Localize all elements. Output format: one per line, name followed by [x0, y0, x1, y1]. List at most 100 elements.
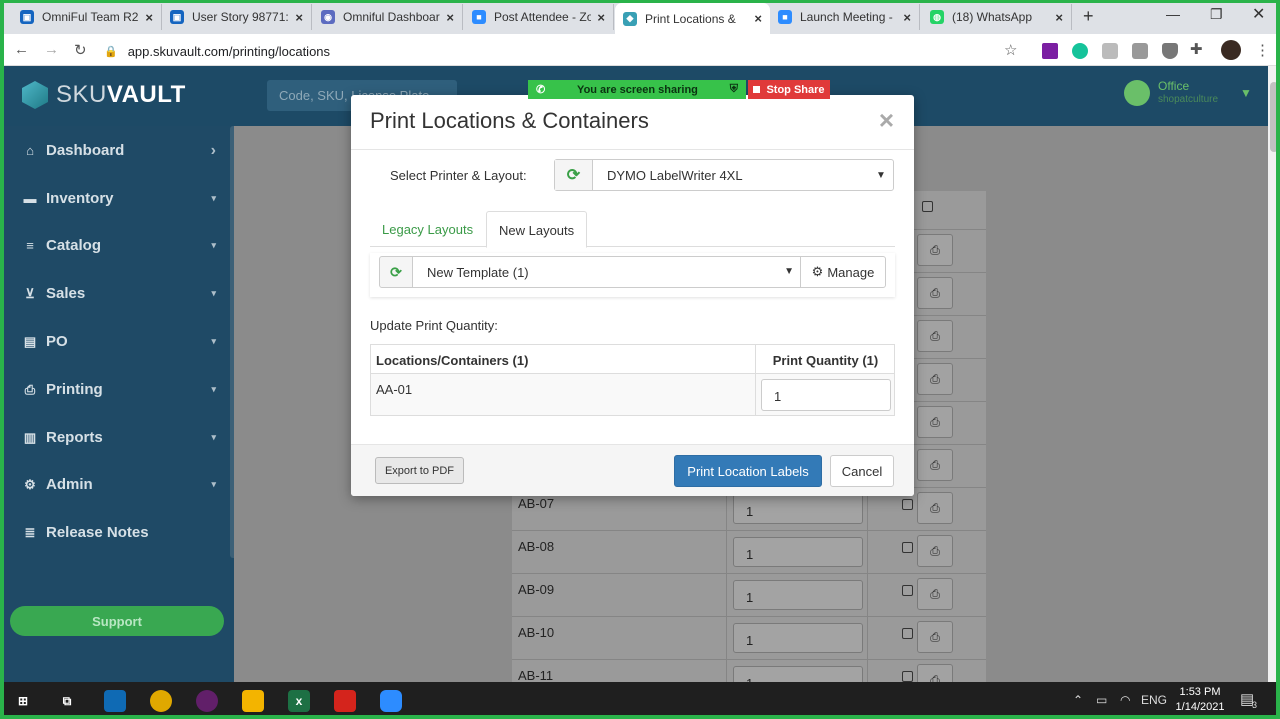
minimize-icon[interactable]: —	[1166, 6, 1180, 22]
puzzle-icon[interactable]: ✚	[1190, 40, 1203, 58]
browser-tab[interactable]: ▣ User Story 98771: ×	[162, 4, 312, 30]
printer-icon[interactable]: ⎙	[917, 535, 953, 567]
task-view-icon[interactable]: ⧉	[56, 690, 78, 712]
printer-icon[interactable]: ⎙	[917, 277, 953, 309]
refresh-icon[interactable]: ⟳	[555, 160, 593, 190]
grammarly-icon[interactable]	[1072, 43, 1088, 59]
browser-tab[interactable]: ■ Launch Meeting - ×	[770, 4, 920, 30]
printer-icon[interactable]: ⎙	[917, 664, 953, 682]
tab-new-layouts[interactable]: New Layouts	[486, 211, 588, 248]
close-tab-icon[interactable]: ×	[145, 10, 153, 25]
close-tab-icon[interactable]: ×	[903, 10, 911, 25]
close-window-icon[interactable]: ✕	[1252, 4, 1265, 24]
select-all-checkbox[interactable]	[922, 201, 933, 212]
printer-icon[interactable]: ⎙	[917, 578, 953, 610]
bookmark-star-icon[interactable]: ☆	[1004, 41, 1017, 59]
close-tab-icon[interactable]: ×	[1055, 10, 1063, 25]
excel-icon[interactable]: x	[288, 690, 310, 712]
row-checkbox[interactable]	[902, 499, 913, 510]
row-checkbox[interactable]	[902, 542, 913, 553]
tray-chevron-up-icon[interactable]: ⌃	[1073, 693, 1083, 707]
printer-select[interactable]: ⟳ DYMO LabelWriter 4XL ▼	[554, 159, 894, 191]
extension-icon[interactable]	[1042, 43, 1058, 59]
modal-footer: Export to PDF Print Location Labels Canc…	[351, 444, 914, 496]
close-tab-icon[interactable]: ×	[597, 10, 605, 25]
forward-icon[interactable]: →	[44, 41, 59, 58]
printer-icon[interactable]: ⎙	[917, 320, 953, 352]
cancel-button[interactable]: Cancel	[830, 455, 894, 487]
menu-dots-icon[interactable]: ⋮	[1255, 41, 1270, 59]
sidebar-item-release-notes[interactable]: ≣ Release Notes	[22, 524, 222, 541]
system-clock[interactable]: 1:53 PM 1/14/2021	[1170, 685, 1230, 715]
extension-icon[interactable]	[1102, 43, 1118, 59]
profile-avatar[interactable]	[1221, 40, 1241, 60]
sidebar-item-inventory[interactable]: ▬ Inventory ▾	[22, 190, 222, 207]
app-icon[interactable]	[104, 690, 126, 712]
close-tab-icon[interactable]: ×	[446, 10, 454, 25]
tab-favicon-icon: ▣	[20, 10, 34, 24]
print-quantity-input[interactable]: 1	[733, 537, 863, 567]
printer-icon[interactable]: ⎙	[917, 621, 953, 653]
cogs-icon: ⚙	[24, 476, 36, 492]
print-quantity-input[interactable]: 1	[733, 580, 863, 610]
support-button[interactable]: Support	[10, 606, 224, 636]
sidebar-item-catalog[interactable]: ≡ Catalog ▾	[22, 237, 222, 254]
tab-favicon-icon: ■	[778, 10, 792, 24]
sidebar-item-po[interactable]: ▤ PO ▾	[22, 333, 222, 350]
battery-icon[interactable]: ▭	[1096, 693, 1107, 707]
sidebar-item-dashboard[interactable]: ⌂ Dashboard ›	[22, 142, 222, 160]
row-checkbox[interactable]	[902, 671, 913, 682]
stop-share-button[interactable]: Stop Share	[748, 80, 830, 99]
close-icon[interactable]: ×	[879, 107, 894, 133]
quantity-input[interactable]: 1	[761, 379, 891, 411]
slack-icon[interactable]	[196, 690, 218, 712]
browser-tab-active[interactable]: ◆ Print Locations & ×	[615, 3, 770, 34]
printer-icon[interactable]: ⎙	[917, 449, 953, 481]
reload-icon[interactable]: ↻	[74, 41, 87, 59]
back-icon[interactable]: ←	[14, 41, 29, 58]
sidebar-item-printing[interactable]: ⎙ Printing ▾	[22, 381, 222, 398]
skuvault-logo[interactable]: SKUVAULT	[22, 81, 186, 109]
print-quantity-input[interactable]: 1	[733, 623, 863, 653]
printer-icon[interactable]: ⎙	[917, 406, 953, 438]
print-quantity-input[interactable]: 1	[733, 666, 863, 682]
acrobat-icon[interactable]	[334, 690, 356, 712]
refresh-icon[interactable]: ⟳	[379, 256, 413, 288]
chrome-icon[interactable]	[150, 690, 172, 712]
user-menu[interactable]: Office shopatculture ▼	[1124, 80, 1252, 106]
row-checkbox[interactable]	[902, 585, 913, 596]
windows-start-icon[interactable]: ⊞	[12, 690, 34, 712]
close-tab-icon[interactable]: ×	[295, 10, 303, 25]
print-quantity-input[interactable]: 1	[733, 494, 863, 524]
screen-sharing-banner: ✆ You are screen sharing ⛨	[528, 80, 746, 99]
maximize-icon[interactable]: ❐	[1210, 6, 1223, 23]
browser-tab[interactable]: ■ Post Attendee - Zo ×	[464, 4, 614, 30]
sidebar-item-admin[interactable]: ⚙ Admin ▾	[22, 476, 222, 493]
export-pdf-button[interactable]: Export to PDF	[375, 457, 464, 484]
close-tab-icon[interactable]: ×	[754, 11, 762, 26]
manage-button[interactable]: ⚙ Manage	[800, 256, 886, 288]
sidebar-item-reports[interactable]: ▥ Reports ▾	[22, 429, 222, 446]
print-location-labels-button[interactable]: Print Location Labels	[674, 455, 822, 487]
sidebar-item-sales[interactable]: ⊻ Sales ▾	[22, 285, 222, 302]
url-field[interactable]: 🔒 app.skuvault.com/printing/locations	[104, 40, 330, 62]
template-select[interactable]: New Template (1) ▼	[413, 256, 801, 288]
camera-icon[interactable]	[1132, 43, 1148, 59]
zoom-icon[interactable]	[380, 690, 402, 712]
address-bar: ← → ↻ 🔒 app.skuvault.com/printing/locati…	[0, 34, 1280, 66]
cart-icon: ⊻	[25, 285, 35, 301]
printer-icon[interactable]: ⎙	[917, 363, 953, 395]
language-indicator[interactable]: ENG	[1141, 693, 1167, 707]
wifi-icon[interactable]: ◠	[1120, 693, 1130, 707]
row-checkbox[interactable]	[902, 628, 913, 639]
shield-icon[interactable]	[1162, 43, 1178, 59]
browser-tab[interactable]: ◉ Omniful Dashboar ×	[313, 4, 463, 30]
file-explorer-icon[interactable]	[242, 690, 264, 712]
printer-icon[interactable]: ⎙	[917, 234, 953, 266]
browser-tab[interactable]: ▣ OmniFul Team R2 ×	[12, 4, 162, 30]
tab-favicon-icon: ◉	[321, 10, 335, 24]
browser-tab[interactable]: ◍ (18) WhatsApp ×	[922, 4, 1072, 30]
new-tab-icon[interactable]: +	[1083, 6, 1094, 27]
printer-icon[interactable]: ⎙	[917, 492, 953, 524]
tab-legacy-layouts[interactable]: Legacy Layouts	[370, 211, 485, 247]
